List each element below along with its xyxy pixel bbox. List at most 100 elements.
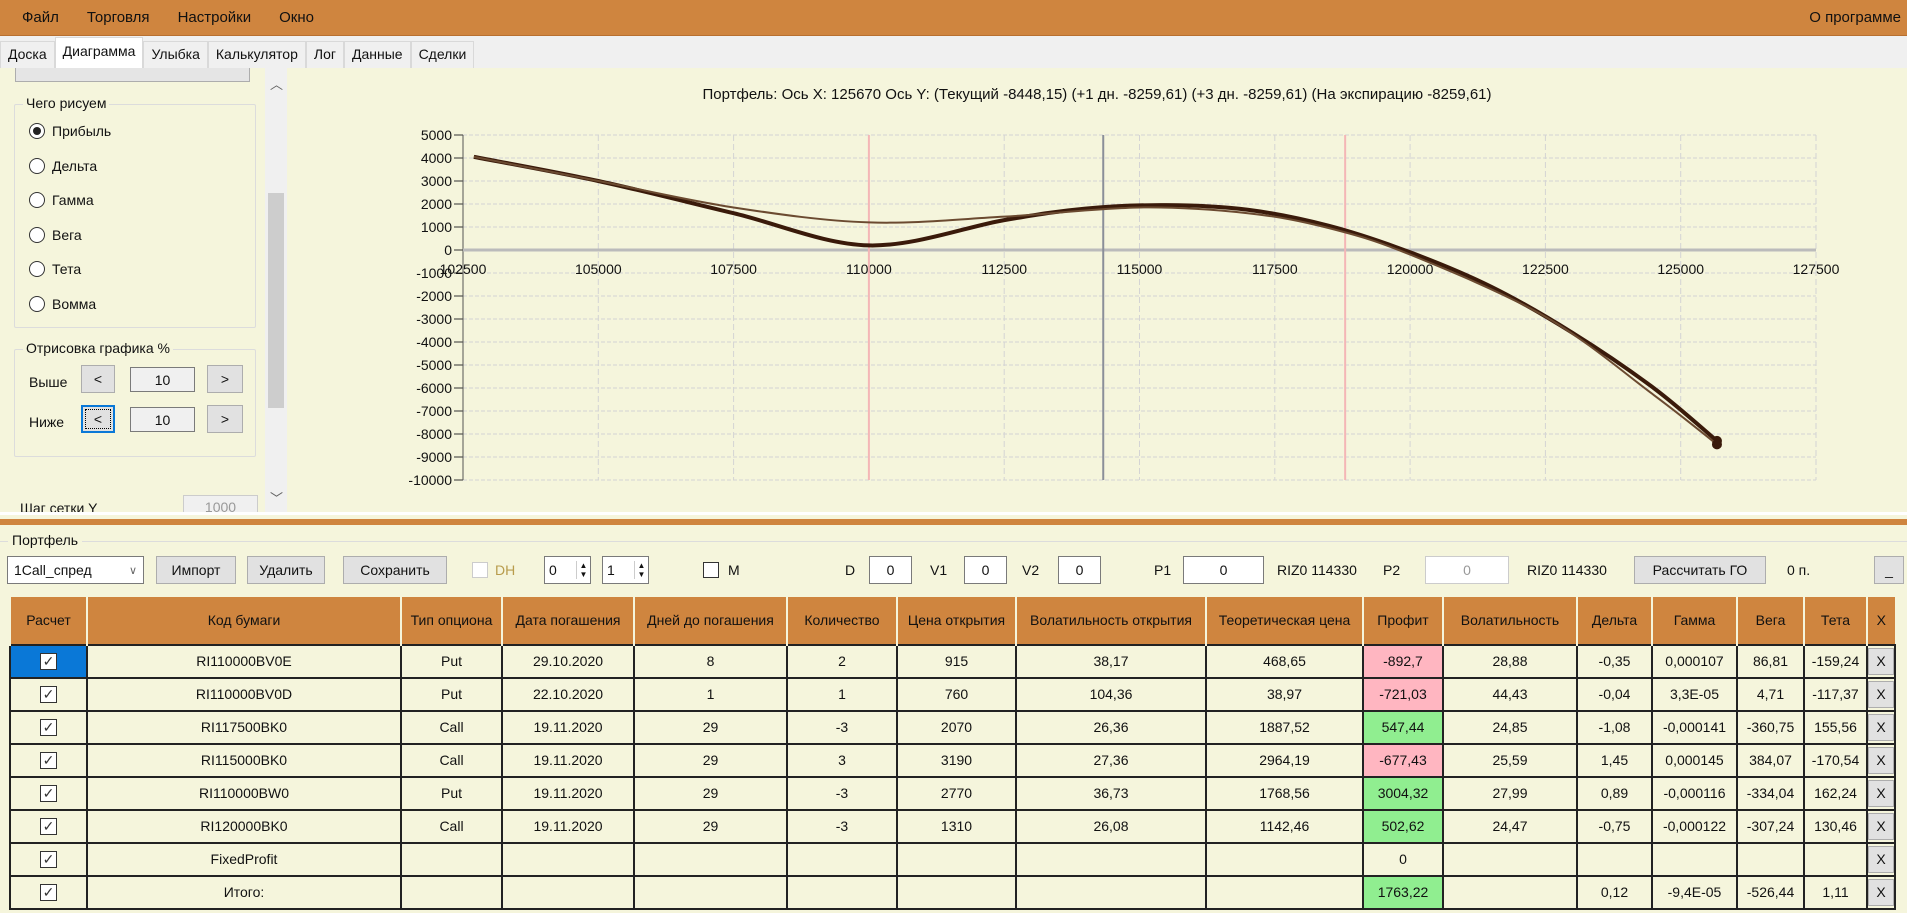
p1-field[interactable]: 0 (1183, 556, 1264, 584)
calc-cell[interactable]: ✓ (9, 808, 88, 844)
radio-2[interactable]: Гамма (29, 192, 94, 208)
radio-circle-icon[interactable] (29, 157, 45, 174)
table-row[interactable]: ✓ RI115000BK0 Call 19.11.2020 29 3 3190 27,36 29… (9, 742, 1896, 778)
below-increase-button[interactable]: > (207, 405, 243, 433)
table-row[interactable]: ✓ RI120000BK0 Call 19.11.2020 29 -3 1310 26,08 1… (9, 808, 1896, 844)
table-row[interactable]: ✓ RI110000BV0D Put 22.10.2020 1 1 760 104,36 38,… (9, 676, 1896, 712)
tab-0[interactable]: Доска (0, 41, 55, 68)
delete-row-button[interactable]: X (1868, 779, 1894, 807)
spin2-field[interactable]: 1 ▲ ▼ (602, 556, 649, 584)
column-header[interactable]: Волатильность (1442, 596, 1578, 645)
table-row[interactable]: ✓ RI110000BV0E Put 29.10.2020 8 2 915 38,17 468,… (9, 643, 1896, 679)
calc-checkbox[interactable]: ✓ (40, 883, 57, 901)
delete-row-button[interactable]: X (1868, 680, 1894, 708)
calc-checkbox[interactable]: ✓ (40, 850, 57, 868)
delete-row-button[interactable]: X (1868, 878, 1894, 906)
p2-field[interactable]: 0 (1425, 556, 1509, 584)
column-header[interactable]: Количество (786, 596, 898, 645)
panel-splitter[interactable] (0, 512, 1907, 526)
spin1-field[interactable]: 0 ▲ ▼ (544, 556, 591, 584)
table-row[interactable]: ✓ RI110000BW0 Put 19.11.2020 29 -3 2770 36,73 17… (9, 775, 1896, 811)
column-header[interactable]: Дата погашения (501, 596, 635, 645)
radio-circle-icon[interactable] (29, 261, 45, 277)
radio-circle-icon[interactable] (29, 123, 45, 139)
radio-5[interactable]: Вомма (29, 295, 96, 312)
chart-source-dropdown[interactable] (15, 68, 250, 82)
calc-cell[interactable]: ✓ (9, 874, 88, 910)
delete-portfolio-button[interactable]: Удалить (247, 556, 325, 584)
tab-1[interactable]: Диаграмма (54, 37, 144, 68)
spin-arrows-icon[interactable]: ▲ ▼ (634, 561, 648, 579)
calc-checkbox[interactable]: ✓ (40, 817, 57, 835)
column-header[interactable]: Цена открытия (896, 596, 1017, 645)
delete-row-button[interactable]: X (1868, 746, 1894, 774)
m-checkbox[interactable] (703, 562, 719, 578)
grid-step-field[interactable]: 1000 (183, 495, 258, 512)
table-row[interactable]: ✓ FixedProfit 0 X (9, 841, 1896, 877)
above-increase-button[interactable]: > (207, 365, 243, 393)
column-header[interactable]: Тип опциона (400, 596, 503, 645)
tab-2[interactable]: Улыбка (143, 41, 208, 68)
delete-row-button[interactable]: X (1868, 647, 1894, 675)
radio-3[interactable]: Вега (29, 226, 82, 243)
calc-cell[interactable]: ✓ (9, 676, 88, 712)
delete-row-button[interactable]: X (1868, 812, 1894, 840)
column-header[interactable]: Вега (1736, 596, 1805, 645)
minimize-panel-button[interactable]: _ (1874, 556, 1904, 584)
menu-item-2[interactable]: Настройки (164, 9, 266, 26)
tab-4[interactable]: Лог (305, 41, 344, 68)
column-header[interactable]: Гамма (1651, 596, 1738, 645)
calc-checkbox[interactable]: ✓ (40, 685, 57, 703)
above-decrease-button[interactable]: < (81, 365, 115, 393)
column-header[interactable]: Код бумаги (86, 596, 402, 645)
column-header[interactable]: X (1866, 596, 1896, 645)
calc-checkbox[interactable]: ✓ (40, 784, 57, 802)
column-header[interactable]: Волатильность открытия (1015, 596, 1207, 645)
calc-cell[interactable]: ✓ (9, 709, 88, 745)
radio-circle-icon[interactable] (29, 295, 45, 312)
table-row[interactable]: ✓ Итого: 1763,22 0,12 -9,4E-05 -526,44 1,11 X (9, 874, 1896, 910)
above-value-field[interactable]: 10 (130, 367, 195, 392)
radio-0[interactable]: Прибыль (29, 123, 111, 139)
v1-field[interactable]: 0 (964, 556, 1007, 584)
delete-row-button[interactable]: X (1868, 845, 1894, 873)
menu-item-3[interactable]: Окно (265, 9, 328, 26)
scroll-down-icon[interactable]: ﹀ (270, 488, 283, 507)
calc-cell[interactable]: ✓ (9, 742, 88, 778)
v2-field[interactable]: 0 (1058, 556, 1101, 584)
calculate-go-button[interactable]: Рассчитать ГО (1634, 556, 1766, 584)
column-header[interactable]: Профит (1362, 596, 1444, 645)
calc-cell[interactable]: ✓ (9, 841, 88, 877)
scroll-up-icon[interactable]: ︿ (270, 74, 283, 93)
radio-4[interactable]: Тета (29, 261, 81, 277)
settings-scrollbar[interactable]: ︿ ﹀ (265, 68, 287, 512)
calc-cell[interactable]: ✓ (9, 643, 88, 679)
below-decrease-button[interactable]: < (81, 405, 115, 433)
radio-1[interactable]: Дельта (29, 157, 97, 174)
column-header[interactable]: Дельта (1576, 596, 1653, 645)
calc-checkbox[interactable]: ✓ (40, 751, 57, 769)
d-field[interactable]: 0 (869, 556, 912, 584)
save-portfolio-button[interactable]: Сохранить (343, 556, 447, 584)
column-header[interactable]: Дней до погашения (633, 596, 788, 645)
menu-item-0[interactable]: Файл (0, 9, 73, 26)
payoff-chart[interactable]: Портфель: Ось X: 125670 Ось Y: (Текущий … (287, 68, 1907, 512)
import-button[interactable]: Импорт (156, 556, 236, 584)
scrollbar-thumb[interactable] (268, 193, 284, 408)
below-value-field[interactable]: 10 (130, 407, 195, 432)
table-row[interactable]: ✓ RI117500BK0 Call 19.11.2020 29 -3 2070 26,36 1… (9, 709, 1896, 745)
column-header[interactable]: Тета (1803, 596, 1868, 645)
tab-6[interactable]: Сделки (410, 41, 475, 68)
calc-checkbox[interactable]: ✓ (40, 652, 57, 670)
tab-3[interactable]: Калькулятор (207, 41, 306, 68)
delete-row-button[interactable]: X (1868, 713, 1894, 741)
menu-about[interactable]: О программе (1795, 9, 1907, 26)
dh-checkbox[interactable] (472, 562, 488, 578)
calc-cell[interactable]: ✓ (9, 775, 88, 811)
menu-item-1[interactable]: Торговля (73, 9, 164, 26)
tab-5[interactable]: Данные (343, 41, 411, 68)
column-header[interactable]: Теоретическая цена (1205, 596, 1364, 645)
radio-circle-icon[interactable] (29, 226, 45, 243)
calc-checkbox[interactable]: ✓ (40, 718, 57, 736)
spin-arrows-icon[interactable]: ▲ ▼ (576, 561, 590, 579)
